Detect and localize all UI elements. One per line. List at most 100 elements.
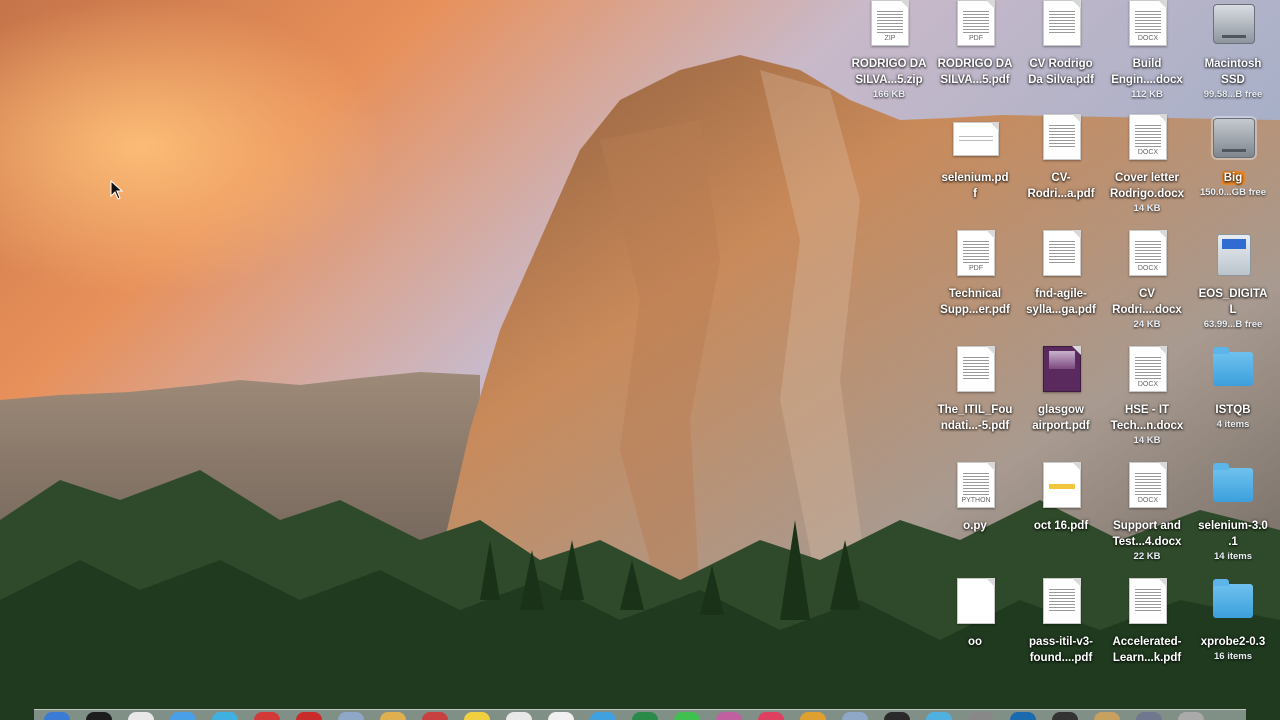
desktop-icon[interactable]: The_ITIL_Fou ndati...-5.pdf bbox=[932, 346, 1018, 434]
desktop-icon[interactable]: pass-itil-v3- found....pdf bbox=[1018, 578, 1104, 666]
dock-app-icon[interactable] bbox=[1136, 712, 1162, 720]
blank-file-icon bbox=[955, 578, 995, 624]
desktop-icon[interactable]: ISTQB 4 items bbox=[1190, 346, 1276, 432]
icon-label: HSE - IT Tech...n.docx bbox=[1110, 404, 1184, 432]
icon-label: selenium-3.0 .1 bbox=[1198, 520, 1268, 548]
icon-info: 150.0...GB free bbox=[1199, 187, 1266, 198]
desktop-icon[interactable]: selenium.pd f bbox=[932, 114, 1018, 202]
dock-app-icon[interactable] bbox=[338, 712, 364, 720]
pdf-file-icon bbox=[1041, 230, 1081, 276]
desktop-icon[interactable]: oct 16.pdf bbox=[1018, 462, 1104, 534]
icon-label: RODRIGO DA SILVA...5.zip bbox=[851, 58, 927, 86]
pdf-file-icon: PDF bbox=[955, 230, 995, 276]
dock-app-icon[interactable] bbox=[380, 712, 406, 720]
desktop-icon[interactable]: EOS_DIGITA L 63.99...B free bbox=[1190, 230, 1276, 332]
dock-app-icon[interactable] bbox=[590, 712, 616, 720]
dock-app-icon[interactable] bbox=[128, 712, 154, 720]
icon-label: Support and Test...4.docx bbox=[1112, 520, 1182, 548]
dock-app-icon[interactable] bbox=[1010, 712, 1036, 720]
docx-file-icon: DOCX bbox=[1127, 230, 1167, 276]
desktop-icon[interactable]: Accelerated- Learn...k.pdf bbox=[1104, 578, 1190, 666]
dock-app-icon[interactable] bbox=[1052, 712, 1078, 720]
pdf-file-icon bbox=[1041, 578, 1081, 624]
desktop-icon[interactable]: DOCX Build Engin....docx 112 KB bbox=[1104, 0, 1190, 102]
dock-app-icon[interactable] bbox=[464, 712, 490, 720]
desktop-icon[interactable]: PDF Technical Supp...er.pdf bbox=[932, 230, 1018, 318]
pdf-file-icon: PDF bbox=[955, 0, 995, 46]
dock-app-icon[interactable] bbox=[86, 712, 112, 720]
icon-info: 14 items bbox=[1213, 551, 1253, 562]
python-file-icon: PYTHON bbox=[955, 462, 995, 508]
docx-file-icon: DOCX bbox=[1127, 0, 1167, 46]
pdf-file-icon bbox=[1041, 462, 1081, 508]
pdf-file-icon bbox=[953, 114, 999, 160]
desktop-icon[interactable]: fnd-agile- sylla...ga.pdf bbox=[1018, 230, 1104, 318]
zip-file-icon: ZIP bbox=[869, 0, 909, 46]
icon-label: Macintosh SSD bbox=[1204, 58, 1262, 86]
icon-label: oct 16.pdf bbox=[1033, 520, 1089, 532]
docx-file-icon: DOCX bbox=[1127, 462, 1167, 508]
dock-app-icon[interactable] bbox=[296, 712, 322, 720]
icon-label: selenium.pd f bbox=[941, 172, 1009, 200]
desktop-icon[interactable]: CV- Rodri...a.pdf bbox=[1018, 114, 1104, 202]
desktop-icon[interactable]: Macintosh SSD 99.58...B free bbox=[1190, 0, 1276, 102]
icon-info: 99.58...B free bbox=[1203, 89, 1263, 100]
dock-app-icon[interactable] bbox=[842, 712, 868, 720]
icon-info: 166 KB bbox=[872, 89, 906, 100]
desktop-icon[interactable]: DOCX CV Rodri....docx 24 KB bbox=[1104, 230, 1190, 332]
pdf-file-icon bbox=[1127, 578, 1167, 624]
icon-label: CV Rodri....docx bbox=[1112, 288, 1182, 316]
folder-icon bbox=[1213, 462, 1253, 508]
icon-label: pass-itil-v3- found....pdf bbox=[1029, 636, 1093, 664]
icon-label: Big bbox=[1190, 170, 1276, 186]
dock-app-icon[interactable] bbox=[884, 712, 910, 720]
dock-app-icon[interactable] bbox=[548, 712, 574, 720]
desktop-icon[interactable]: PYTHON o.py bbox=[932, 462, 1018, 534]
desktop-icon-grid: ZIP RODRIGO DA SILVA...5.zip 166 KB PDF RODR… bbox=[0, 0, 1280, 710]
desktop-icon[interactable]: oo bbox=[932, 578, 1018, 650]
icon-info: 24 KB bbox=[1133, 319, 1161, 330]
icon-label: Cover letter Rodrigo.docx bbox=[1109, 172, 1185, 200]
desktop-icon[interactable]: xprobe2-0.3 16 items bbox=[1190, 578, 1276, 664]
dock-app-icon[interactable] bbox=[254, 712, 280, 720]
dock-app-icon[interactable] bbox=[674, 712, 700, 720]
icon-label: CV Rodrigo Da Silva.pdf bbox=[1028, 58, 1094, 86]
dock-app-icon[interactable] bbox=[968, 712, 994, 720]
dock-app-icon[interactable] bbox=[800, 712, 826, 720]
mouse-pointer-icon bbox=[110, 180, 124, 200]
desktop-icon[interactable]: glasgow airport.pdf bbox=[1018, 346, 1104, 434]
icon-label: ISTQB bbox=[1215, 404, 1251, 416]
icon-info: 63.99...B free bbox=[1203, 319, 1263, 330]
icon-label: CV- Rodri...a.pdf bbox=[1027, 172, 1095, 200]
desktop-icon[interactable]: ZIP RODRIGO DA SILVA...5.zip 166 KB bbox=[846, 0, 932, 102]
dock-app-icon[interactable] bbox=[170, 712, 196, 720]
dock-app-icon[interactable] bbox=[758, 712, 784, 720]
desktop-icon[interactable]: PDF RODRIGO DA SILVA...5.pdf bbox=[932, 0, 1018, 88]
dock-app-icon[interactable] bbox=[632, 712, 658, 720]
icon-label: RODRIGO DA SILVA...5.pdf bbox=[937, 58, 1013, 86]
icon-label: Accelerated- Learn...k.pdf bbox=[1112, 636, 1182, 664]
icon-label: xprobe2-0.3 bbox=[1200, 636, 1266, 648]
icon-label: oo bbox=[967, 636, 983, 648]
dock-app-icon[interactable] bbox=[926, 712, 952, 720]
dock bbox=[34, 709, 1246, 720]
desktop-icon[interactable]: CV Rodrigo Da Silva.pdf bbox=[1018, 0, 1104, 88]
desktop-icon[interactable]: selenium-3.0 .1 14 items bbox=[1190, 462, 1276, 564]
dock-app-icon[interactable] bbox=[716, 712, 742, 720]
hard-drive-icon bbox=[1211, 114, 1257, 160]
desktop-icon[interactable]: Big 150.0...GB free bbox=[1190, 114, 1276, 200]
icon-label: glasgow airport.pdf bbox=[1032, 404, 1090, 432]
pdf-file-icon bbox=[1041, 114, 1081, 160]
icon-label: EOS_DIGITA L bbox=[1198, 288, 1268, 316]
pdf-file-icon bbox=[1041, 346, 1081, 392]
dock-app-icon[interactable] bbox=[422, 712, 448, 720]
dock-app-icon[interactable] bbox=[212, 712, 238, 720]
desktop-icon[interactable]: DOCX Support and Test...4.docx 22 KB bbox=[1104, 462, 1190, 564]
dock-app-icon[interactable] bbox=[506, 712, 532, 720]
folder-icon bbox=[1213, 346, 1253, 392]
desktop-icon[interactable]: DOCX Cover letter Rodrigo.docx 14 KB bbox=[1104, 114, 1190, 216]
desktop-icon[interactable]: DOCX HSE - IT Tech...n.docx 14 KB bbox=[1104, 346, 1190, 448]
dock-app-icon[interactable] bbox=[44, 712, 70, 720]
dock-app-icon[interactable] bbox=[1178, 712, 1204, 720]
dock-app-icon[interactable] bbox=[1094, 712, 1120, 720]
